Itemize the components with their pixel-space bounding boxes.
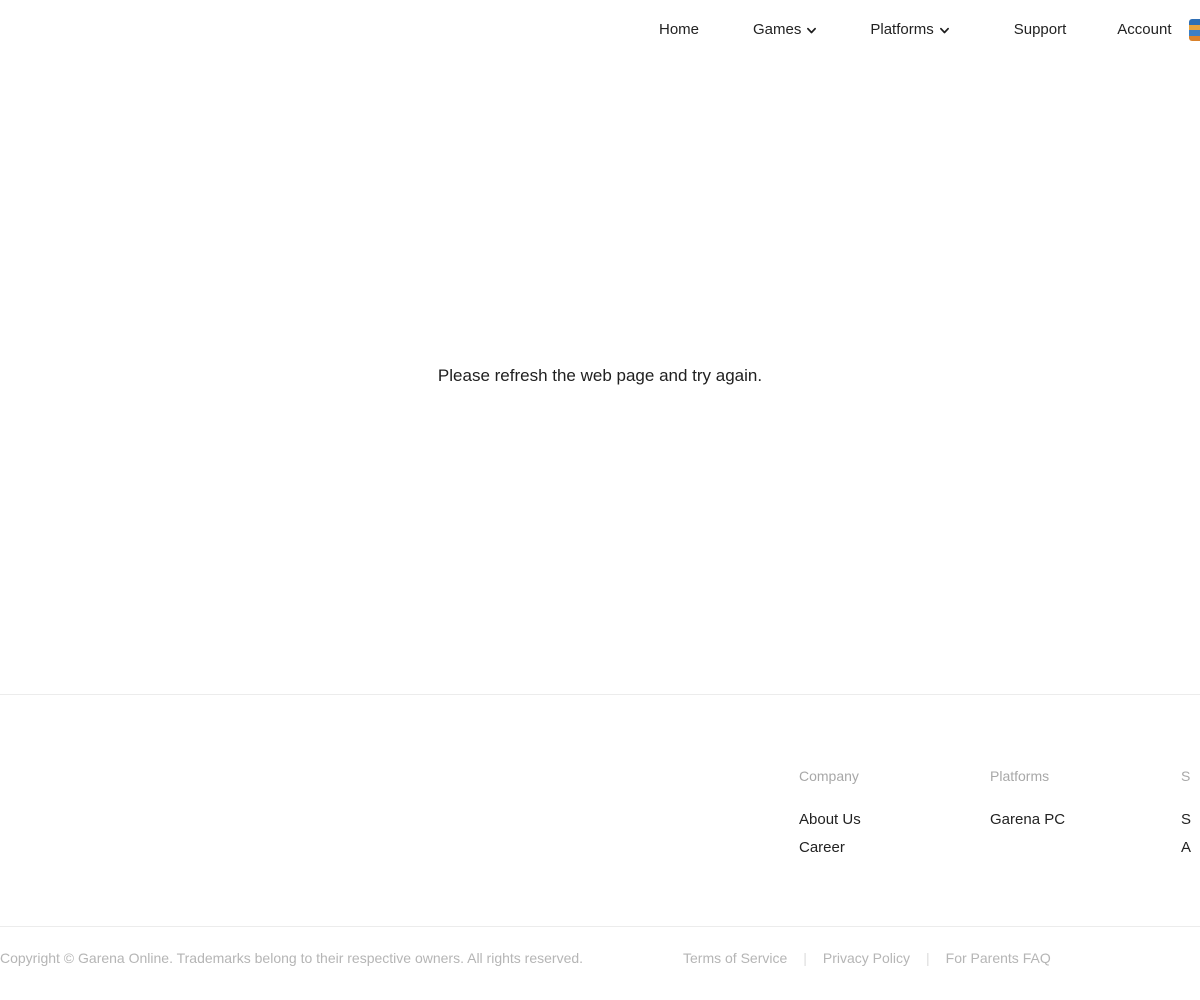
footer-link-career[interactable]: Career xyxy=(799,840,990,855)
chevron-down-icon xyxy=(939,26,949,35)
footer-column-company: Company About Us Career xyxy=(799,769,990,855)
legal-link-for-parents-faq[interactable]: For Parents FAQ xyxy=(946,951,1051,965)
nav-item-label: Games xyxy=(753,20,802,38)
site-header: Home Games Platforms Support Account xyxy=(0,0,1200,58)
header-edge-widget[interactable] xyxy=(1189,19,1200,41)
legal-separator: | xyxy=(926,950,930,966)
footer-upper: Company About Us Career Platforms Garena… xyxy=(0,695,1200,926)
main-content: Please refresh the web page and try agai… xyxy=(0,58,1200,694)
edge-widget-stripe xyxy=(1189,35,1200,41)
main-navigation: Home Games Platforms Support Account xyxy=(640,0,1200,58)
nav-item-label: Home xyxy=(659,20,700,38)
footer-column-title: Company xyxy=(799,768,859,784)
footer-link-columns: Company About Us Career Platforms Garena… xyxy=(799,769,1200,855)
footer-bottom-bar: Copyright © Garena Online. Trademarks be… xyxy=(0,926,1200,1000)
legal-links: Terms of Service | Privacy Policy | For … xyxy=(683,951,1051,965)
legal-link-terms-of-service[interactable]: Terms of Service xyxy=(683,951,787,965)
footer-link-about-us[interactable]: About Us xyxy=(799,812,990,827)
footer-link-support-second[interactable]: A xyxy=(1181,840,1200,855)
copyright-text: Copyright © Garena Online. Trademarks be… xyxy=(0,950,584,966)
nav-item-home[interactable]: Home xyxy=(659,0,699,58)
footer-column-platforms: Platforms Garena PC xyxy=(990,769,1181,855)
chevron-down-icon xyxy=(807,26,817,35)
nav-item-platforms[interactable]: Platforms xyxy=(870,0,949,58)
error-message: Please refresh the web page and try agai… xyxy=(437,366,763,385)
footer-link-garena-pc[interactable]: Garena PC xyxy=(990,812,1181,827)
nav-item-games[interactable]: Games xyxy=(753,0,817,58)
footer-link-support-first[interactable]: S xyxy=(1181,812,1200,827)
footer-column-title: S xyxy=(1181,768,1191,784)
footer-column-support: S S A xyxy=(1181,769,1200,855)
legal-link-privacy-policy[interactable]: Privacy Policy xyxy=(823,951,910,965)
nav-item-label: Account xyxy=(1117,20,1172,38)
nav-item-support[interactable]: Support xyxy=(1014,0,1067,58)
footer-column-title: Platforms xyxy=(990,768,1050,784)
site-logo[interactable] xyxy=(0,0,640,58)
legal-separator: | xyxy=(803,950,807,966)
site-footer: Company About Us Career Platforms Garena… xyxy=(0,694,1200,1000)
nav-item-account[interactable]: Account xyxy=(1117,0,1171,58)
footer-logo[interactable] xyxy=(0,695,780,926)
nav-item-label: Platforms xyxy=(870,20,934,38)
nav-item-label: Support xyxy=(1013,20,1067,38)
